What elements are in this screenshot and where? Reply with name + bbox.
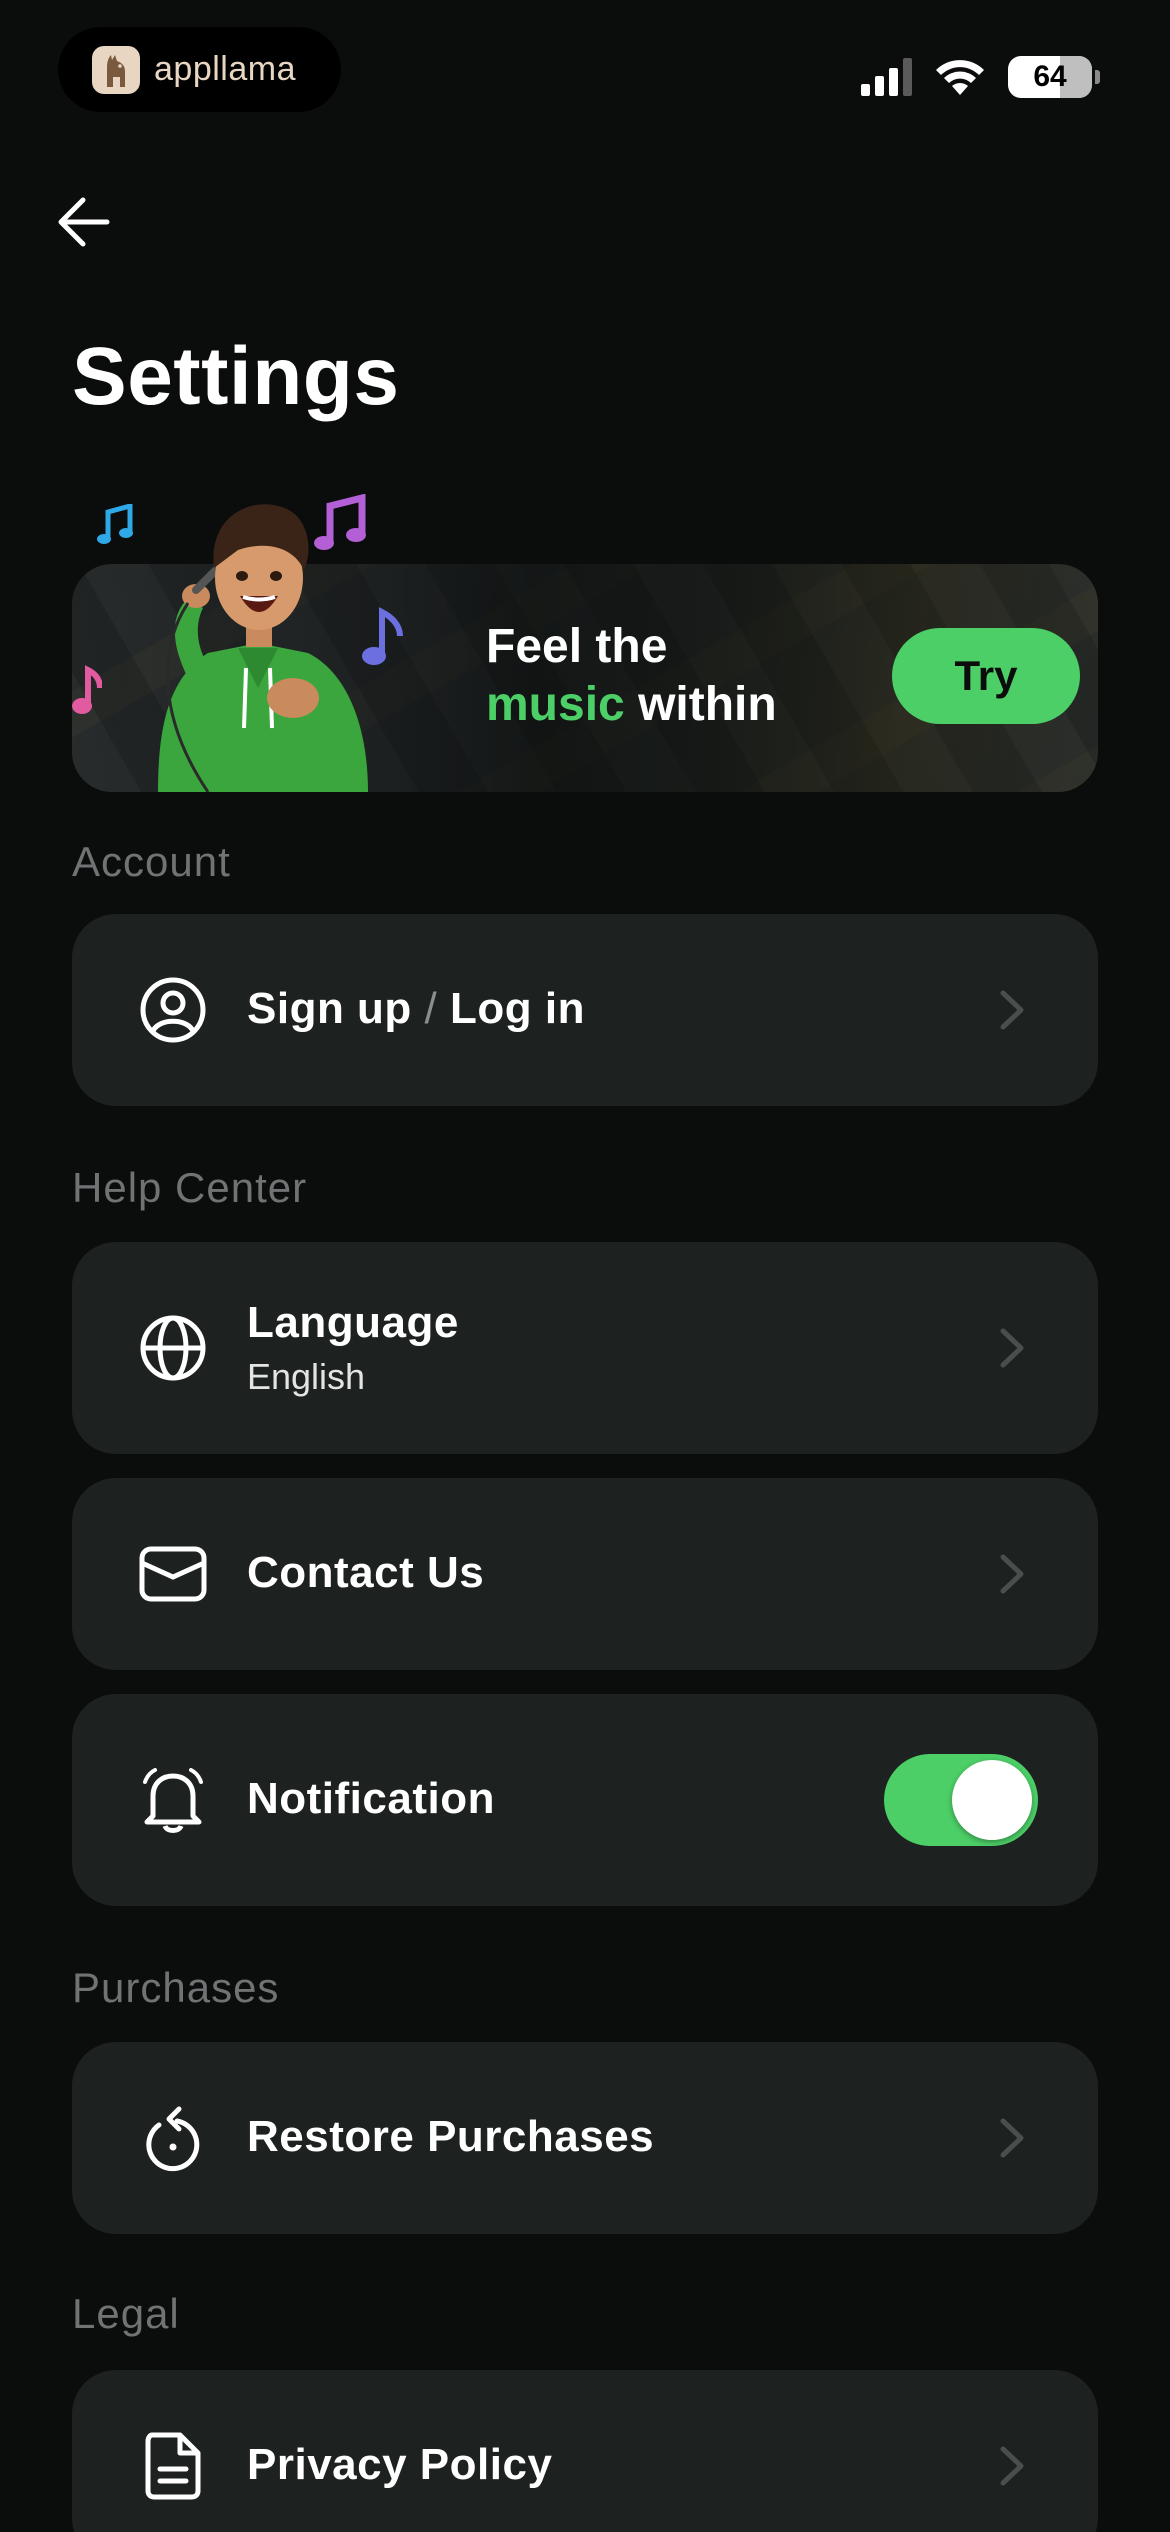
section-label-account: Account <box>72 838 231 885</box>
promo-banner[interactable]: Feel the music within Try <box>72 478 1098 792</box>
chevron-right-icon <box>992 2108 1032 2168</box>
app-badge-pill[interactable]: appllama <box>58 27 341 112</box>
bell-icon <box>138 1765 208 1835</box>
privacy-policy-row[interactable]: Privacy Policy <box>72 2370 1098 2532</box>
toggle-knob <box>952 1760 1032 1840</box>
page-title: Settings <box>72 331 400 422</box>
restore-icon <box>138 2103 208 2173</box>
section-label-help-center: Help Center <box>72 1164 308 1211</box>
chevron-right-icon <box>992 1318 1032 1378</box>
restore-purchases-row[interactable]: Restore Purchases <box>72 2042 1098 2234</box>
section-label-legal: Legal <box>72 2290 180 2337</box>
banner-accent-word: music <box>486 678 625 731</box>
contact-us-label: Contact Us <box>247 1548 485 1597</box>
restore-purchases-label: Restore Purchases <box>247 2112 655 2161</box>
language-label: Language <box>247 1298 459 1347</box>
login-label: Log in <box>450 984 585 1033</box>
notification-label: Notification <box>247 1774 495 1823</box>
music-note-icon <box>72 665 102 714</box>
music-note-icon <box>97 504 133 544</box>
chevron-right-icon <box>992 980 1032 1040</box>
notification-row: Notification <box>72 1694 1098 1906</box>
label-separator: / <box>424 984 438 1033</box>
app-badge-name: appllama <box>154 50 296 88</box>
chevron-right-icon <box>992 1544 1032 1604</box>
notification-toggle[interactable] <box>884 1754 1038 1846</box>
cellular-signal-icon <box>861 58 912 96</box>
signup-login-label: Sign up / Log in <box>247 984 585 1034</box>
privacy-policy-label: Privacy Policy <box>247 2440 553 2489</box>
llama-logo-icon <box>92 45 140 94</box>
banner-line-2: music within <box>486 676 777 734</box>
contact-us-row[interactable]: Contact Us <box>72 1478 1098 1670</box>
music-note-icon <box>362 607 403 665</box>
arrow-left-icon <box>58 197 110 247</box>
battery-level: 64 <box>1033 60 1067 93</box>
chevron-right-icon <box>992 2436 1032 2496</box>
banner-line-2-rest: within <box>638 678 777 731</box>
document-icon <box>138 2431 208 2501</box>
singer-illustration <box>158 504 368 792</box>
section-label-purchases: Purchases <box>72 1964 280 2011</box>
battery-icon: 64 <box>1008 56 1100 98</box>
globe-icon <box>138 1313 208 1383</box>
language-value: English <box>247 1356 366 1397</box>
try-button[interactable]: Try <box>892 628 1080 724</box>
music-note-icon <box>314 494 366 550</box>
wifi-icon <box>936 60 984 95</box>
user-circle-icon <box>138 975 208 1045</box>
banner-line-1: Feel the <box>486 620 668 673</box>
status-indicators: 64 <box>861 52 1100 102</box>
signup-label: Sign up <box>247 984 412 1033</box>
banner-headline: Feel the music within <box>486 618 777 734</box>
back-button[interactable] <box>52 190 116 254</box>
signup-login-row[interactable]: Sign up / Log in <box>72 914 1098 1106</box>
settings-screen: appllama 64 Settings Feel the music with… <box>0 0 1170 2532</box>
envelope-icon <box>138 1539 208 1609</box>
language-row[interactable]: Language English <box>72 1242 1098 1454</box>
